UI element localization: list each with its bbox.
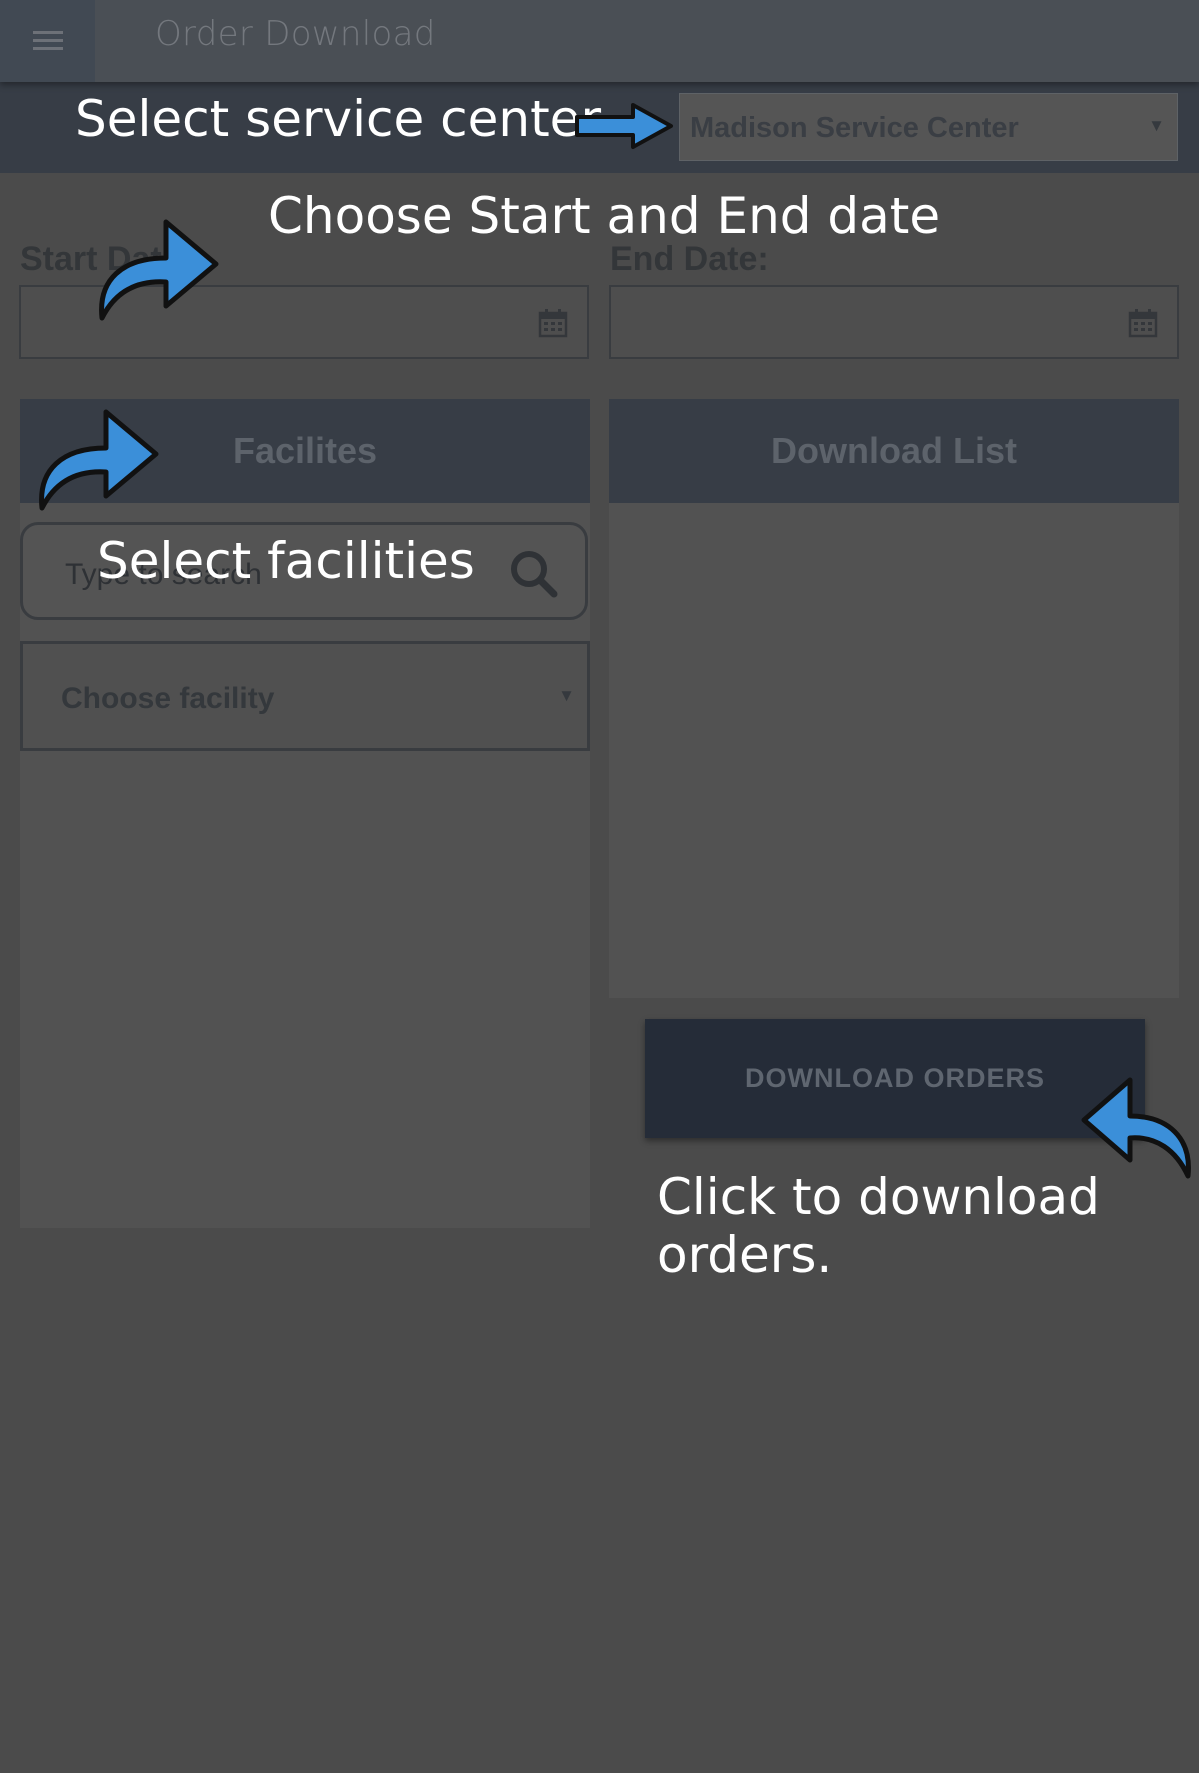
annotation-download-line2: orders. <box>657 1226 833 1284</box>
chevron-down-icon: ▼ <box>1148 116 1165 135</box>
hamburger-menu-icon <box>32 31 63 51</box>
page-title: Order Download <box>155 14 436 54</box>
download-list-header: Download List <box>609 399 1179 503</box>
arrow-right-icon <box>575 103 673 149</box>
search-icon[interactable] <box>507 547 561 601</box>
facility-select[interactable]: Choose facility ▼ <box>20 641 590 751</box>
service-center-select[interactable]: Madison Service Center ▼ <box>679 93 1178 161</box>
end-date-input[interactable] <box>609 285 1179 359</box>
annotation-service-center: Select service center <box>75 90 602 148</box>
calendar-icon[interactable] <box>537 307 569 339</box>
app-bar: Order Download <box>0 0 1199 82</box>
download-orders-button[interactable]: DOWNLOAD ORDERS <box>645 1019 1145 1138</box>
order-download-screen: Order Download Madison Service Center ▼ … <box>0 0 1199 1773</box>
chevron-down-icon: ▼ <box>558 686 575 705</box>
curved-arrow-icon <box>39 409 159 511</box>
annotation-facilities: Select facilities <box>97 532 475 590</box>
curved-arrow-icon <box>1081 1077 1191 1179</box>
curved-arrow-icon <box>99 219 219 321</box>
annotation-dates: Choose Start and End date <box>268 187 941 245</box>
download-list-panel <box>609 503 1179 998</box>
annotation-download: Click to download orders. <box>657 1168 1100 1284</box>
facility-select-value: Choose facility <box>61 682 275 715</box>
calendar-icon[interactable] <box>1127 307 1159 339</box>
annotation-download-line1: Click to download <box>657 1168 1100 1226</box>
service-center-value: Madison Service Center <box>690 112 1019 144</box>
end-date-label: End Date: <box>610 240 769 278</box>
menu-button[interactable] <box>0 0 95 82</box>
